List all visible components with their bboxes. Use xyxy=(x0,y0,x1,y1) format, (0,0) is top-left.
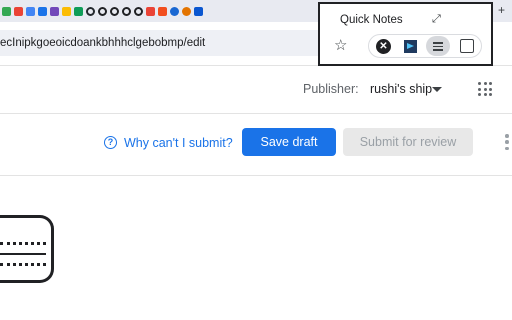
puzzle-extensions-icon[interactable] xyxy=(460,39,474,53)
publisher-label: Publisher: xyxy=(303,82,359,96)
popup-title: Quick Notes xyxy=(340,14,403,26)
action-bar: ? Why can't I submit? Save draft Submit … xyxy=(0,114,512,176)
receipt-icon xyxy=(0,215,54,283)
quick-notes-popup: Quick Notes ⤢ ☆ ✕ xyxy=(318,2,493,66)
dashboard-header: Publisher: rushi's ship xyxy=(0,66,512,114)
new-tab-button[interactable]: + xyxy=(498,3,505,17)
drive-favicon[interactable] xyxy=(74,6,83,16)
apps-grid-icon[interactable] xyxy=(478,82,492,96)
bookmark-star-icon[interactable]: ☆ xyxy=(334,36,347,54)
expand-icon[interactable]: ⤢ xyxy=(432,13,441,26)
sheets-favicon[interactable] xyxy=(2,6,11,16)
docs-favicon[interactable] xyxy=(26,6,35,16)
slides-favicon[interactable] xyxy=(62,6,71,16)
forms-favicon[interactable] xyxy=(50,6,59,16)
why-cant-submit-link[interactable]: Why can't I submit? xyxy=(124,136,233,150)
user-avatar-favicon[interactable] xyxy=(182,6,191,16)
url-text[interactable]: ecInipkgoeoicdoankbhhhclgebobmp/edit xyxy=(0,37,205,49)
github-favicon[interactable] xyxy=(86,6,95,16)
flag-extension-icon[interactable] xyxy=(404,40,417,53)
figma-favicon[interactable] xyxy=(158,6,167,16)
user-avatar-favicon[interactable] xyxy=(170,6,179,16)
profile-favicon[interactable] xyxy=(110,6,119,16)
app-favicon[interactable] xyxy=(194,6,203,16)
extensions-toolbar: ✕ xyxy=(368,34,482,58)
more-options-icon[interactable] xyxy=(505,134,509,150)
notes-extension-icon[interactable] xyxy=(426,36,450,56)
profile-favicon[interactable] xyxy=(98,6,107,16)
save-draft-button[interactable]: Save draft xyxy=(242,128,336,156)
help-circle-icon[interactable]: ? xyxy=(104,136,117,149)
publisher-selector[interactable]: rushi's ship xyxy=(370,82,432,96)
x-extension-icon[interactable]: ✕ xyxy=(376,39,391,54)
calendar-favicon[interactable] xyxy=(38,6,47,16)
gmail-favicon[interactable] xyxy=(14,6,23,16)
profile-favicon[interactable] xyxy=(134,6,143,16)
chevron-down-icon[interactable] xyxy=(432,87,442,92)
profile-favicon[interactable] xyxy=(122,6,131,16)
submit-for-review-button[interactable]: Submit for review xyxy=(343,128,473,156)
mail-favicon[interactable] xyxy=(146,6,155,16)
